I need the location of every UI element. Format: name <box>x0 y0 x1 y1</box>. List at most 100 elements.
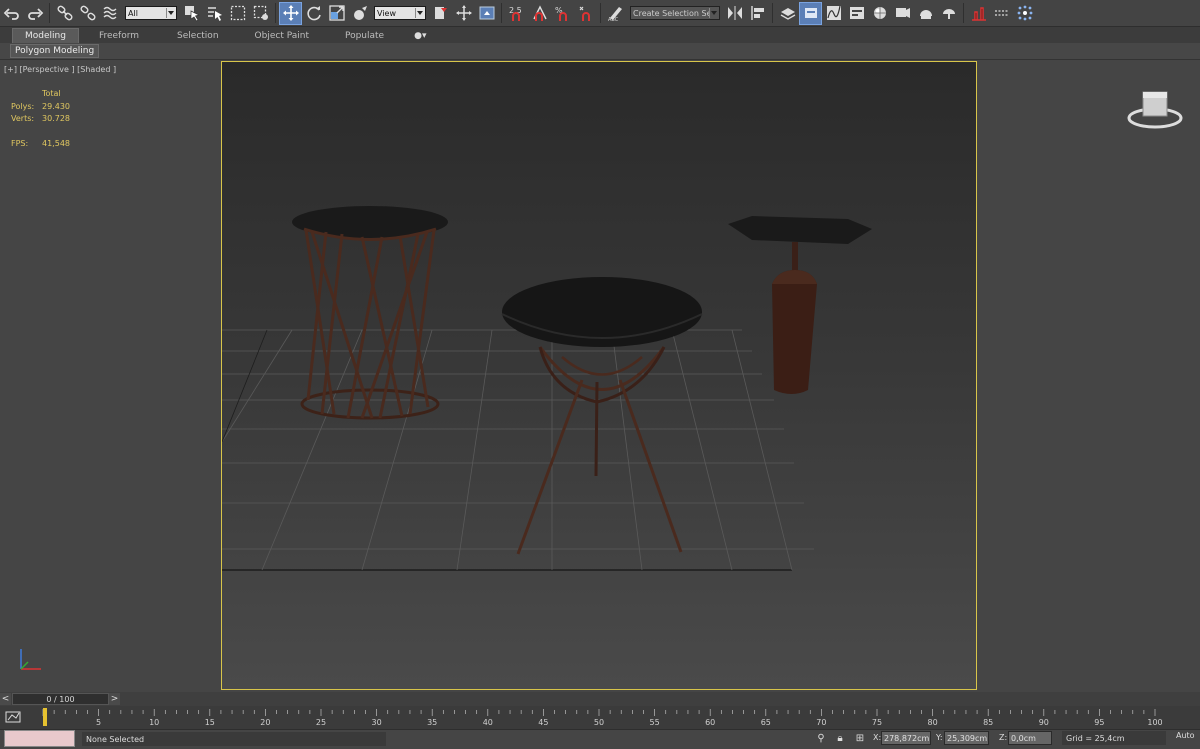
tab-populate[interactable]: Populate <box>327 28 402 43</box>
z-coord-value: 0,0cm <box>1011 733 1036 743</box>
reference-coordinate-dropdown[interactable]: View <box>374 6 426 20</box>
mini-curve-editor-icon[interactable] <box>4 710 24 726</box>
ruler-tick-label: 20 <box>260 718 270 727</box>
ruler-tick-label: 60 <box>705 718 715 727</box>
angle-snap-icon[interactable] <box>528 2 551 25</box>
viewport-statistics: Total Polys: 29.430 Verts: 30.728 FPS: 41,5… <box>11 88 70 150</box>
spinner-snap-icon[interactable] <box>574 2 597 25</box>
ruler-tick-label: 90 <box>1039 718 1049 727</box>
reference-coordinate-value: View <box>377 8 396 18</box>
use-pivot-icon[interactable] <box>429 2 452 25</box>
lock-selection-icon[interactable]: 🔒︎ <box>834 731 846 745</box>
curve-editor-icon[interactable] <box>822 2 845 25</box>
selection-filter-value: All <box>128 8 138 18</box>
ruler-tick-label: 65 <box>761 718 771 727</box>
particle-icon[interactable] <box>1013 2 1036 25</box>
select-object-icon[interactable] <box>180 2 203 25</box>
link-icon[interactable] <box>53 2 76 25</box>
tab-label: Object Paint <box>254 30 309 41</box>
render-setup-icon[interactable] <box>891 2 914 25</box>
civil-view-icon[interactable] <box>967 2 990 25</box>
select-rotate-icon[interactable] <box>302 2 325 25</box>
tab-selection[interactable]: Selection <box>159 28 236 43</box>
ruler-tick-label: 5 <box>96 718 101 727</box>
viewcube-icon[interactable] <box>1126 88 1184 137</box>
absolute-mode-icon[interactable]: ⊞ <box>854 731 866 745</box>
viewport-label-text: [+] [Perspective ] [Shaded ] <box>4 65 117 74</box>
polys-label: Polys: <box>11 101 35 111</box>
tab-object-paint[interactable]: Object Paint <box>237 28 327 43</box>
chevron-down-icon <box>709 8 718 18</box>
time-slider-bar <box>0 692 1200 706</box>
select-by-name-icon[interactable] <box>203 2 226 25</box>
selection-filter-dropdown[interactable]: All <box>125 6 177 20</box>
auto-key-button[interactable]: Auto <box>1176 731 1195 740</box>
material-editor-icon[interactable] <box>868 2 891 25</box>
isolate-selection-icon[interactable]: ⚲ <box>815 731 827 745</box>
x-coord-value: 278,872cm <box>884 733 930 743</box>
unlink-icon[interactable] <box>76 2 99 25</box>
ruler-tick-label: 25 <box>316 718 326 727</box>
y-coord-label: Y: <box>936 733 943 742</box>
prev-frame-label: < <box>1 694 10 704</box>
track-ruler[interactable]: 5 10 15 20 25 30 35 40 45 50 55 60 65 70 75 80 85 90 95 100 <box>40 707 1170 729</box>
fps-label: FPS: <box>11 138 29 148</box>
current-frame-marker[interactable] <box>43 708 47 726</box>
viewport-label-menu[interactable]: [+] [Perspective ] [Shaded ] <box>4 65 116 74</box>
edit-named-selection-icon[interactable]: ABC <box>604 2 627 25</box>
keyboard-shortcut-icon[interactable] <box>475 2 498 25</box>
time-slider-handle[interactable]: 0 / 100 <box>12 693 109 705</box>
ribbon-options-icon[interactable]: ●▾ <box>402 28 438 43</box>
chevron-down-icon <box>166 8 175 18</box>
ruler-tick-label: 30 <box>372 718 382 727</box>
panel-label: Polygon Modeling <box>15 46 95 56</box>
rect-selection-icon[interactable] <box>226 2 249 25</box>
polygon-modeling-panel[interactable]: Polygon Modeling <box>10 44 100 58</box>
ruler-tick-label: 85 <box>983 718 993 727</box>
mirror-icon[interactable] <box>723 2 746 25</box>
toggle-layer-explorer-icon[interactable] <box>799 1 822 25</box>
window-crossing-icon[interactable] <box>249 2 272 25</box>
round-tripod-table <box>501 277 703 555</box>
percent-snap-icon[interactable]: % <box>551 2 574 25</box>
named-selection-dropdown[interactable]: Create Selection Se <box>630 6 720 20</box>
named-selection-placeholder: Create Selection Se <box>633 8 712 18</box>
ruler-tick-label: 15 <box>205 718 215 727</box>
tab-label: Selection <box>177 30 219 41</box>
snaps-toggle-icon[interactable]: 2.5 <box>505 2 528 25</box>
perspective-viewport[interactable] <box>221 61 977 690</box>
prev-frame-button[interactable]: < <box>0 693 11 705</box>
ruler-tick-label: 95 <box>1094 718 1104 727</box>
z-coord-label: Z: <box>999 733 1008 742</box>
rendered-frame-window-icon[interactable] <box>914 2 937 25</box>
z-coord-field[interactable]: 0,0cm <box>1008 731 1052 745</box>
ruler-tick-label: 70 <box>816 718 826 727</box>
main-toolbar: All View 2.5 % ABC Create Selection Se <box>0 0 1200 27</box>
select-place-icon[interactable] <box>348 2 371 25</box>
next-frame-button[interactable]: > <box>109 693 120 705</box>
tab-modeling[interactable]: Modeling <box>12 28 79 43</box>
auto-key-label: Auto <box>1176 731 1195 740</box>
x-coord-field[interactable]: 278,872cm <box>881 731 931 745</box>
y-coord-value: 25,309cm <box>947 733 988 743</box>
toolbar-divider <box>963 3 964 23</box>
toggle-scene-explorer-icon[interactable] <box>776 2 799 25</box>
y-coord-field[interactable]: 25,309cm <box>944 731 989 745</box>
ruler-tick-label: 75 <box>872 718 882 727</box>
polys-value: 29.430 <box>42 101 70 111</box>
ribbon-panel-bar: Polygon Modeling <box>0 43 1200 60</box>
undo-icon[interactable] <box>0 2 23 25</box>
grid-icon[interactable] <box>990 2 1013 25</box>
align-icon[interactable] <box>746 2 769 25</box>
redo-icon[interactable] <box>23 2 46 25</box>
select-manipulate-icon[interactable] <box>452 2 475 25</box>
ruler-tick-label: 100 <box>1147 718 1162 727</box>
select-move-icon[interactable] <box>279 1 302 25</box>
maxscript-listener-field[interactable] <box>4 730 75 747</box>
select-scale-icon[interactable] <box>325 2 348 25</box>
ruler-tick-label: 10 <box>149 718 159 727</box>
bind-space-warp-icon[interactable] <box>99 2 122 25</box>
render-production-icon[interactable] <box>937 2 960 25</box>
tab-freeform[interactable]: Freeform <box>79 28 159 43</box>
schematic-view-icon[interactable] <box>845 2 868 25</box>
